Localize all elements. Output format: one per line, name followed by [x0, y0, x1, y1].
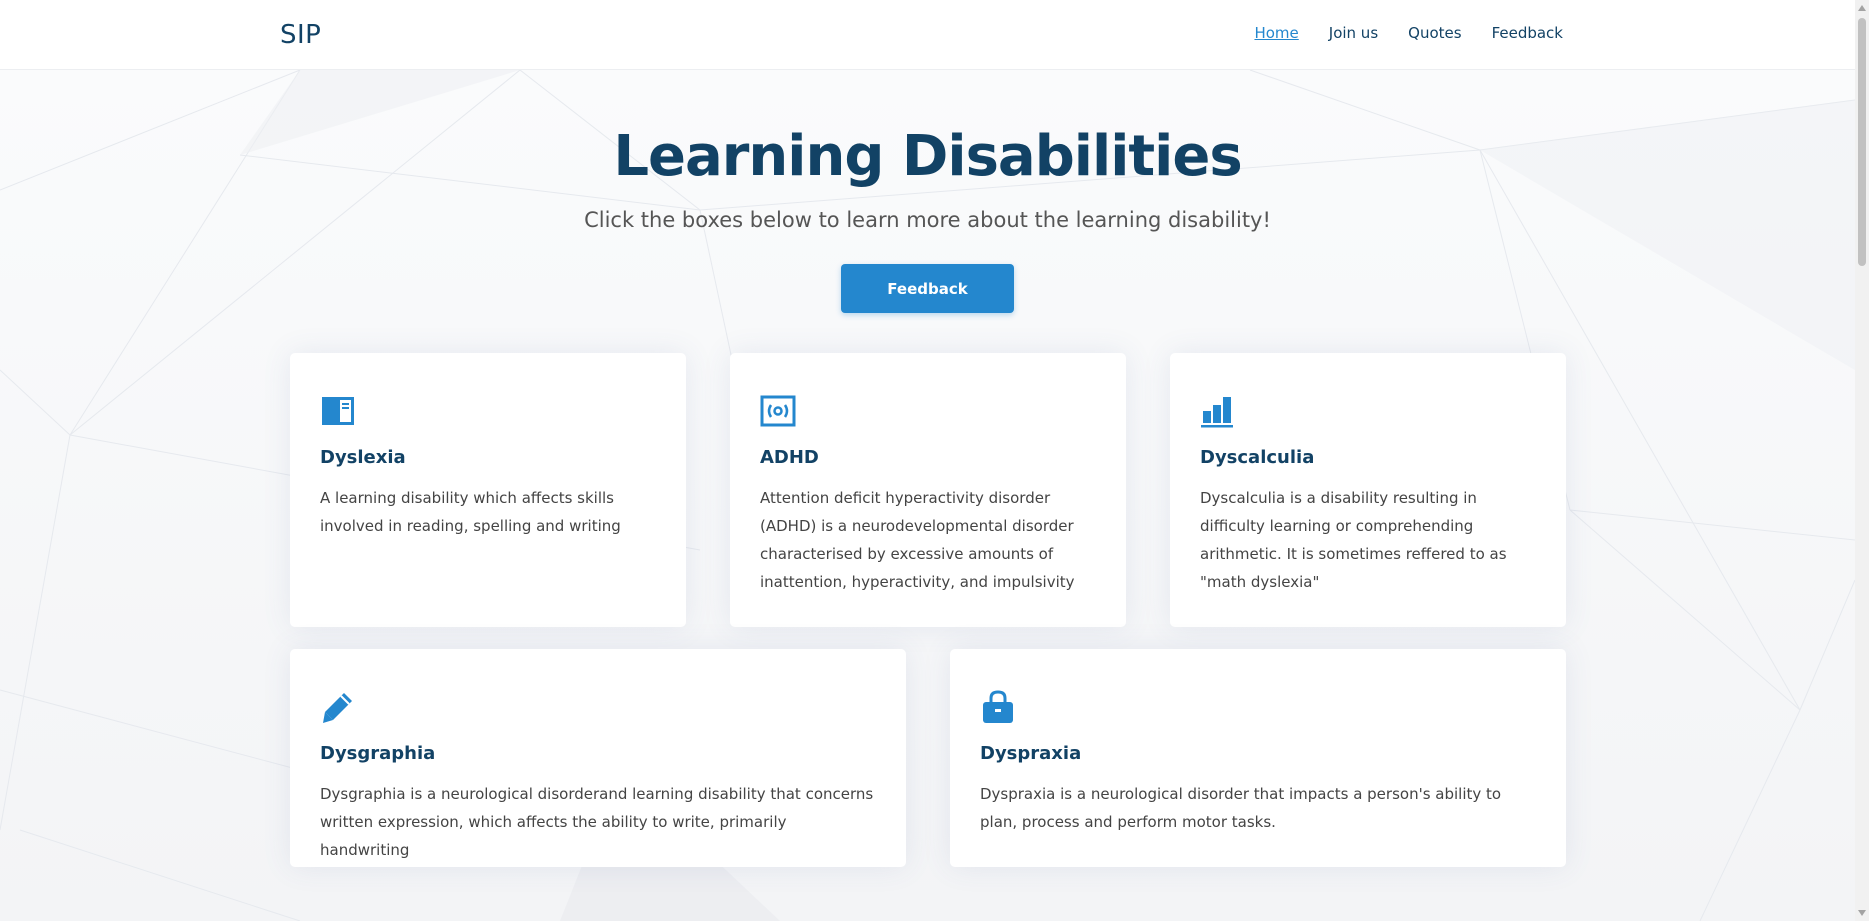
broadcast-icon: [760, 395, 796, 427]
card-dysgraphia[interactable]: Dysgraphia Dysgraphia is a neurological …: [290, 649, 906, 867]
card-text: A learning disability which affects skil…: [320, 489, 621, 535]
scroll-up-arrow-icon[interactable]: [1858, 5, 1866, 11]
card-text: Dysgraphia is a neurological disorderand…: [320, 785, 874, 859]
page-title: Learning Disabilities: [613, 124, 1242, 189]
card-text: Dyspraxia is a neurological disorder tha…: [980, 785, 1502, 831]
card-text: Attention deficit hyperactivity disorder…: [760, 489, 1075, 591]
card-title: Dyspraxia: [980, 743, 1082, 764]
site-header: SIP Home Join us Quotes Feedback: [0, 0, 1855, 70]
nav-quotes[interactable]: Quotes: [1408, 24, 1461, 42]
card-title: Dyslexia: [320, 447, 406, 468]
card-title: Dysgraphia: [320, 743, 436, 764]
bag-icon: [983, 690, 1013, 723]
main-nav: Home Join us Quotes Feedback: [1254, 24, 1563, 42]
card-title: ADHD: [760, 447, 819, 468]
card-adhd[interactable]: ADHD Attention deficit hyperactivity dis…: [730, 353, 1126, 627]
card-dyslexia[interactable]: Dyslexia A learning disability which aff…: [290, 353, 686, 627]
nav-feedback[interactable]: Feedback: [1492, 24, 1563, 42]
feedback-button[interactable]: Feedback: [841, 264, 1014, 313]
pencil-icon: [323, 693, 352, 723]
scrollbar-thumb[interactable]: [1858, 18, 1866, 266]
card-text: Dyscalculia is a disability resulting in…: [1200, 489, 1507, 591]
bar-chart-icon: [1201, 397, 1233, 428]
nav-home[interactable]: Home: [1254, 24, 1298, 42]
nav-join-us[interactable]: Join us: [1329, 24, 1378, 42]
book-icon: [322, 397, 354, 425]
scroll-down-arrow-icon[interactable]: [1858, 910, 1866, 916]
card-title: Dyscalculia: [1200, 447, 1315, 468]
card-dyscalculia[interactable]: Dyscalculia Dyscalculia is a disability …: [1170, 353, 1566, 627]
page-scrollbar[interactable]: [1855, 0, 1869, 921]
card-dyspraxia[interactable]: Dyspraxia Dyspraxia is a neurological di…: [950, 649, 1566, 867]
site-logo[interactable]: SIP: [280, 20, 321, 50]
page-subtitle: Click the boxes below to learn more abou…: [584, 208, 1271, 232]
